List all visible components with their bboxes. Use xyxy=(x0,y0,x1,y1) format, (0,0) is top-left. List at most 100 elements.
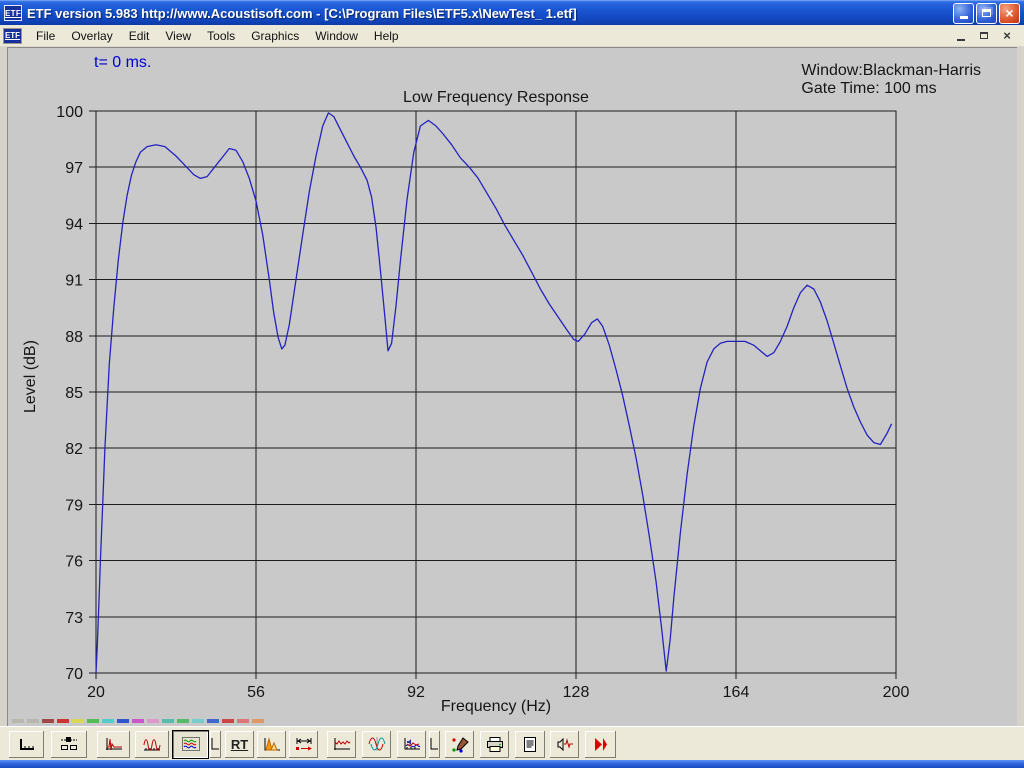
menu-item-tools[interactable]: Tools xyxy=(199,26,243,46)
menu-item-help[interactable]: Help xyxy=(366,26,407,46)
close-button[interactable]: × xyxy=(999,2,1020,24)
overlay-color-dash xyxy=(177,719,189,723)
overlay-color-dash xyxy=(237,719,249,723)
overlay-color-dash xyxy=(222,719,234,723)
y-axis-label: Level (dB) xyxy=(22,340,39,413)
smoothed-response-button[interactable] xyxy=(326,730,357,759)
mdi-restore-button[interactable] xyxy=(977,29,991,42)
svg-text:82: 82 xyxy=(65,441,83,458)
axis-small-button-2[interactable] xyxy=(428,730,441,759)
svg-text:73: 73 xyxy=(65,610,83,627)
overlay-color-dash xyxy=(117,719,129,723)
mdi-system-icon[interactable]: ETF xyxy=(3,27,22,44)
freq-response-icon xyxy=(181,736,201,753)
gate-time-label: Gate Time: 100 ms xyxy=(801,80,937,97)
overlay-color-dash xyxy=(147,719,159,723)
x-axis-label: Frequency (Hz) xyxy=(440,698,552,715)
overlay-color-dash xyxy=(12,719,24,723)
svg-text:97: 97 xyxy=(65,160,83,177)
mdi-restore-icon xyxy=(980,32,988,39)
menu-items: File Overlay Edit View Tools Graphics Window He… xyxy=(28,26,407,46)
overlay-color-dash xyxy=(162,719,174,723)
mdi-minimize-button[interactable] xyxy=(954,29,968,42)
time-axis-icon xyxy=(17,736,37,753)
menu-item-view[interactable]: View xyxy=(157,26,199,46)
print-button[interactable] xyxy=(479,730,510,759)
phase-sines-icon xyxy=(367,736,387,753)
overlay-color-dash xyxy=(87,719,99,723)
svg-text:94: 94 xyxy=(65,216,83,233)
rt60-button[interactable]: RT xyxy=(224,730,255,759)
run-button[interactable] xyxy=(584,730,617,759)
overlay-color-dash xyxy=(72,719,84,723)
restore-button[interactable] xyxy=(976,2,997,24)
mdi-window-controls: × xyxy=(954,29,1024,42)
oscillation-icon xyxy=(142,736,162,753)
mdi-minimize-icon xyxy=(957,38,965,41)
chart-canvas[interactable]: 70 73 76 79 82 85 88 91 94 97 100 20 56 92 128 164 200 t… xyxy=(8,48,1017,726)
impulse-icon xyxy=(104,736,124,753)
play-red-icon xyxy=(591,736,611,753)
window-function-label: Window:Blackman-Harris xyxy=(801,62,981,79)
window-controls: × xyxy=(953,2,1020,24)
speaker-response-button[interactable] xyxy=(396,730,427,759)
window-bottom-border xyxy=(0,760,1024,768)
title-bar: ETF ETF version 5.983 http://www.Acousti… xyxy=(0,0,1024,25)
impulse-response-button[interactable] xyxy=(96,730,131,759)
svg-text:79: 79 xyxy=(65,497,83,514)
overlay-color-dash xyxy=(102,719,114,723)
overlay-color-dash xyxy=(192,719,204,723)
axis-corner-icon xyxy=(206,736,226,753)
span-arrows-icon xyxy=(294,736,314,753)
menu-item-file[interactable]: File xyxy=(28,26,63,46)
svg-text:88: 88 xyxy=(65,329,83,346)
menu-item-window[interactable]: Window xyxy=(307,26,366,46)
svg-text:200: 200 xyxy=(883,684,910,701)
overlay-color-dash xyxy=(252,719,264,723)
svg-text:100: 100 xyxy=(56,104,83,121)
menu-item-graphics[interactable]: Graphics xyxy=(243,26,307,46)
window-title: ETF version 5.983 http://www.Acoustisoft… xyxy=(27,5,577,21)
axis-small-button[interactable] xyxy=(209,730,222,759)
svg-text:92: 92 xyxy=(407,684,425,701)
menu-item-edit[interactable]: Edit xyxy=(121,26,158,46)
app-icon: ETF xyxy=(4,5,22,21)
chart-title: Low Frequency Response xyxy=(403,89,589,106)
waterfall-icon xyxy=(262,736,282,753)
application-window: ETF ETF version 5.983 http://www.Acousti… xyxy=(0,0,1024,768)
chart-plot[interactable]: 70 73 76 79 82 85 88 91 94 97 100 20 56 92 128 164 200 xyxy=(8,48,1017,731)
printer-icon xyxy=(485,736,505,753)
waterfall-button[interactable] xyxy=(256,730,287,759)
frequency-response-button[interactable] xyxy=(172,730,209,759)
svg-text:164: 164 xyxy=(723,684,750,701)
notes-button[interactable] xyxy=(514,730,546,759)
chart-client-area: 70 73 76 79 82 85 88 91 94 97 100 20 56 92 128 164 200 t… xyxy=(7,47,1017,726)
document-icon xyxy=(520,736,540,753)
overlay-color-strip xyxy=(12,719,264,724)
speaker-pulse-icon xyxy=(555,736,575,753)
svg-text:85: 85 xyxy=(65,385,83,402)
svg-text:56: 56 xyxy=(247,684,265,701)
overlay-color-dash xyxy=(207,719,219,723)
svg-text:70: 70 xyxy=(65,666,83,683)
restore-icon xyxy=(982,9,991,17)
mdi-close-button[interactable]: × xyxy=(1000,29,1014,42)
overlay-color-dash xyxy=(57,719,69,723)
toolbar: RT xyxy=(0,726,1024,760)
speaker-chart-icon xyxy=(402,736,422,753)
menu-bar: ETF File Overlay Edit View Tools Graphics Wind… xyxy=(0,25,1024,47)
phase-button[interactable] xyxy=(361,730,392,759)
measure-button[interactable] xyxy=(549,730,580,759)
zigzag-icon xyxy=(332,736,352,753)
overlay-color-dash xyxy=(27,719,39,723)
time-axis-button[interactable] xyxy=(8,730,45,759)
gate-sliders-button[interactable] xyxy=(50,730,88,759)
rt60-button-label: RT xyxy=(230,737,249,752)
minimize-button[interactable] xyxy=(953,2,974,24)
overlay-color-dash xyxy=(42,719,54,723)
colors-button[interactable] xyxy=(444,730,475,759)
axis-corner-icon xyxy=(425,736,445,753)
menu-item-overlay[interactable]: Overlay xyxy=(63,26,120,46)
resonance-button[interactable] xyxy=(134,730,170,759)
gate-span-button[interactable] xyxy=(288,730,319,759)
